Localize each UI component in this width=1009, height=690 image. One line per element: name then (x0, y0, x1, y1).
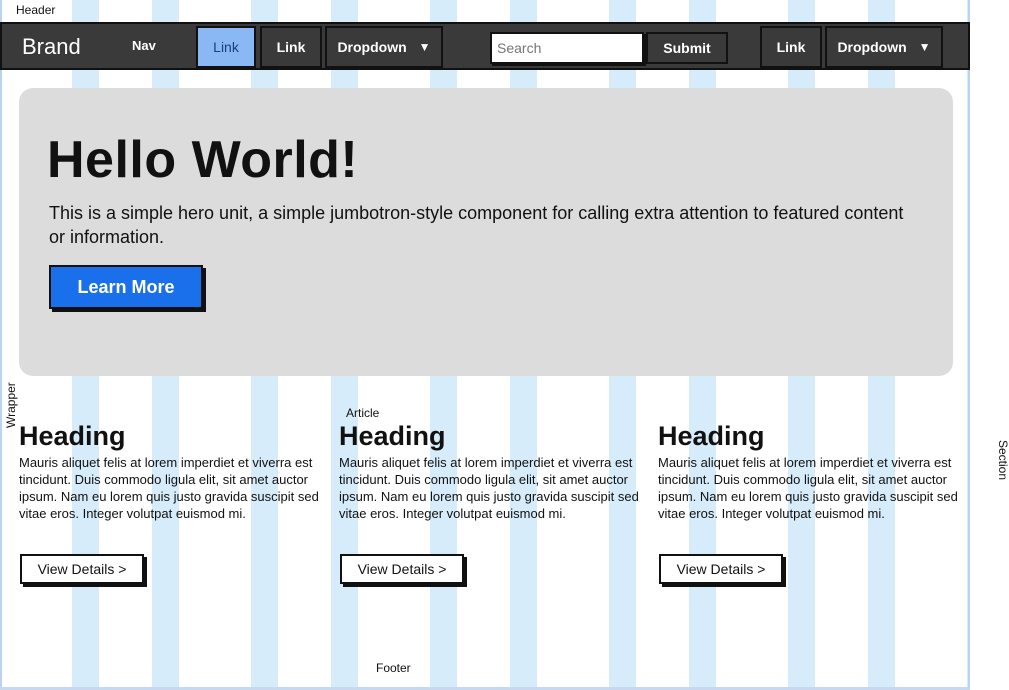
navbar: Brand Nav Link Link Dropdown ▼ Submit Li… (0, 22, 970, 70)
article-label: Article (346, 406, 380, 420)
nav-dropdown-right-label: Dropdown (837, 39, 907, 55)
column-heading: Heading (658, 421, 765, 451)
footer-label: Footer (376, 661, 411, 675)
content-column: Heading Mauris aliquet felis at lorem im… (658, 420, 958, 584)
column-heading: Heading (19, 421, 126, 451)
submit-button[interactable]: Submit (646, 32, 728, 64)
brand-link[interactable]: Brand (22, 34, 81, 60)
view-details-label: View Details > (357, 561, 447, 577)
view-details-button[interactable]: View Details > (340, 554, 464, 584)
nav-link[interactable]: Link (260, 26, 322, 68)
learn-more-label: Learn More (77, 276, 175, 297)
view-details-button[interactable]: View Details > (20, 554, 144, 584)
header-label: Header (16, 3, 56, 17)
hero-title: Hello World! (47, 131, 359, 189)
column-text: Mauris aliquet felis at lorem imperdiet … (339, 455, 639, 521)
column-heading: Heading (339, 421, 446, 451)
caret-down-icon: ▼ (918, 40, 931, 54)
content-column: Heading Mauris aliquet felis at lorem im… (339, 420, 639, 584)
nav-dropdown-right[interactable]: Dropdown ▼ (825, 26, 943, 68)
nav-link-right[interactable]: Link (760, 26, 822, 68)
wrapper-label: Wrapper (4, 382, 18, 428)
column-text: Mauris aliquet felis at lorem imperdiet … (658, 455, 958, 521)
view-details-button[interactable]: View Details > (659, 554, 783, 584)
hero-unit: Hello World! This is a simple hero unit,… (19, 88, 953, 376)
nav-link-label: Link (276, 39, 306, 55)
view-details-label: View Details > (37, 561, 127, 577)
view-details-label: View Details > (676, 561, 766, 577)
nav-dropdown-label: Dropdown (337, 39, 407, 55)
nav-dropdown[interactable]: Dropdown ▼ (325, 26, 443, 68)
nav-label[interactable]: Nav (132, 38, 156, 53)
search-input[interactable] (490, 32, 644, 64)
submit-button-label: Submit (663, 40, 711, 56)
caret-down-icon: ▼ (418, 40, 431, 54)
learn-more-button[interactable]: Learn More (49, 265, 203, 309)
nav-link-active-label: Link (213, 39, 239, 55)
nav-link-active[interactable]: Link (196, 26, 256, 68)
column-text: Mauris aliquet felis at lorem imperdiet … (19, 455, 319, 521)
hero-text: This is a simple hero unit, a simple jum… (49, 203, 904, 247)
content-column: Heading Mauris aliquet felis at lorem im… (19, 420, 319, 584)
section-label: Section (996, 440, 1009, 481)
nav-link-right-label: Link (776, 39, 806, 55)
